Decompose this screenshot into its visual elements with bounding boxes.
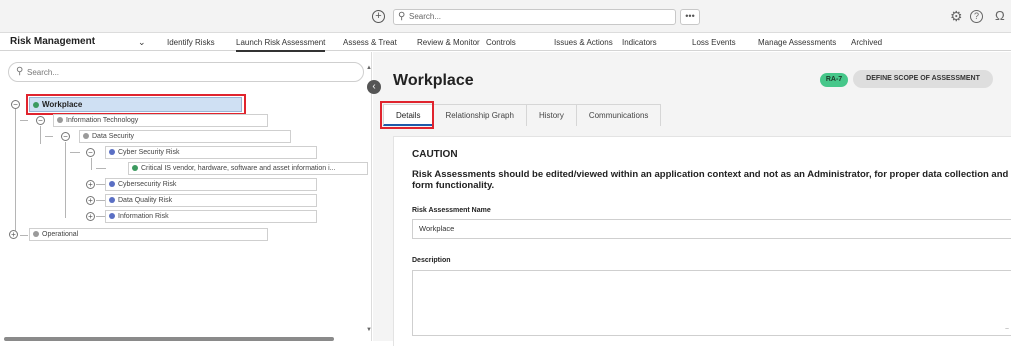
nav-assess-treat[interactable]: Assess & Treat — [343, 38, 397, 47]
risk-icon — [109, 181, 115, 187]
plus-circle-icon[interactable]: + — [372, 10, 385, 23]
tree-toggle-expand[interactable]: + — [9, 230, 18, 239]
tree-connector — [15, 109, 16, 235]
nav-controls[interactable]: Controls — [486, 38, 516, 47]
nav-review-monitor[interactable]: Review & Monitor — [417, 38, 480, 47]
folder-icon — [57, 117, 63, 123]
tree-node-label: Operational — [42, 231, 79, 238]
nav-identify-risks[interactable]: Identify Risks — [167, 38, 215, 47]
tree-node-cybersecurity-risk[interactable]: Cybersecurity Risk — [105, 178, 317, 191]
record-panel: Workplace RA-7 DEFINE SCOPE OF ASSESSMEN… — [373, 52, 1011, 346]
help-icon[interactable]: ? — [970, 10, 983, 23]
tree-connector — [20, 120, 28, 121]
tree-node-label: Information Technology — [66, 117, 139, 124]
tree-connector — [45, 136, 53, 137]
tree-node-information-risk[interactable]: Information Risk — [105, 210, 317, 223]
nav-launch-risk-assessment[interactable]: Launch Risk Assessment — [236, 38, 326, 52]
user-icon[interactable]: Ω — [995, 8, 1005, 24]
tree-node-label: Data Quality Risk — [118, 197, 173, 204]
collapse-panel-button[interactable]: ‹ — [367, 80, 381, 94]
tree-connector — [91, 158, 92, 170]
tree-node-label: Critical IS vendor, hardware, software a… — [141, 165, 336, 172]
control-icon — [132, 165, 138, 171]
tree-search-input[interactable]: ⚲ Search... — [8, 62, 364, 82]
tree-toggle-expand[interactable]: + — [86, 180, 95, 189]
tab-relationship-graph[interactable]: Relationship Graph — [432, 104, 527, 126]
tree-connector — [20, 235, 28, 236]
app-title: Risk Management — [10, 36, 96, 47]
risk-icon — [109, 213, 115, 219]
tree-connector — [70, 152, 80, 153]
risk-assessment-name-input[interactable]: Workplace — [412, 219, 1011, 239]
tree-search-placeholder: Search... — [27, 68, 60, 77]
tab-history[interactable]: History — [525, 104, 577, 126]
chevron-down-icon[interactable]: ⌄ — [138, 37, 146, 48]
caution-text: Risk Assessments should be edited/viewed… — [412, 169, 1009, 191]
tree-node-critical-is-vendor[interactable]: Critical IS vendor, hardware, software a… — [128, 162, 368, 175]
description-textarea[interactable]: − — [412, 270, 1011, 336]
tree-node-cyber-security-risk[interactable]: Cyber Security Risk — [105, 146, 317, 159]
search-icon: ⚲ — [16, 66, 24, 77]
tree-node-label: Data Security — [92, 133, 135, 140]
tree-toggle-collapse[interactable]: − — [86, 148, 95, 157]
tree-connector — [40, 126, 41, 144]
tab-communications[interactable]: Communications — [575, 104, 662, 126]
highlight-box-details-tab — [380, 101, 434, 129]
tree-toggle-collapse[interactable]: − — [61, 132, 70, 141]
details-form: CAUTION Risk Assessments should be edite… — [393, 136, 1011, 346]
search-icon: ⚲ — [398, 11, 406, 22]
tree-toggle-collapse[interactable]: − — [36, 116, 45, 125]
description-label: Description — [412, 257, 451, 264]
tree-node-data-quality-risk[interactable]: Data Quality Risk — [105, 194, 317, 207]
risk-icon — [109, 197, 115, 203]
resize-handle-icon[interactable]: − — [1005, 326, 1009, 333]
tree-toggle-expand[interactable]: + — [86, 196, 95, 205]
tree-node-data-security[interactable]: Data Security — [79, 130, 291, 143]
nav-loss-events[interactable]: Loss Events — [692, 38, 736, 47]
caution-title: CAUTION — [412, 149, 458, 160]
tree-node-information-technology[interactable]: Information Technology — [53, 114, 268, 127]
tree-connector — [96, 168, 106, 169]
top-bar: + ⚲ Search... ••• ⚙ ? Ω — [0, 0, 1011, 33]
scroll-up-icon[interactable]: ▲ — [366, 65, 372, 71]
global-search-placeholder: Search... — [409, 12, 442, 21]
folder-icon — [33, 231, 39, 237]
scroll-down-icon[interactable]: ▼ — [366, 327, 372, 333]
tree-node-label: Cybersecurity Risk — [118, 181, 177, 188]
main-nav: Risk Management ⌄ Identify Risks Launch … — [0, 33, 1011, 52]
tree-node-label: Cyber Security Risk — [118, 149, 180, 156]
tree-toggle-expand[interactable]: + — [86, 212, 95, 221]
page-title: Workplace — [393, 72, 474, 89]
gear-icon[interactable]: ⚙ — [950, 8, 963, 24]
record-id-badge: RA-7 — [820, 73, 848, 87]
tree-node-label: Information Risk — [118, 213, 169, 220]
folder-icon — [83, 133, 89, 139]
highlight-box-workplace — [26, 94, 246, 115]
risk-icon — [109, 149, 115, 155]
nav-archived[interactable]: Archived — [851, 38, 882, 47]
tree-connector — [65, 142, 66, 218]
nav-manage-assessments[interactable]: Manage Assessments — [758, 38, 836, 47]
tree-node-operational[interactable]: Operational — [29, 228, 268, 241]
nav-indicators[interactable]: Indicators — [622, 38, 657, 47]
tree-panel: ⚲ Search... − Workplace − Information Te… — [0, 52, 372, 341]
global-search-input[interactable]: ⚲ Search... — [393, 9, 676, 25]
nav-issues-actions[interactable]: Issues & Actions — [554, 38, 613, 47]
more-button[interactable]: ••• — [680, 9, 700, 25]
workflow-stage-button[interactable]: DEFINE SCOPE OF ASSESSMENT — [853, 70, 993, 88]
risk-assessment-name-label: Risk Assessment Name — [412, 207, 491, 214]
horizontal-scrollbar[interactable] — [4, 337, 334, 341]
tree-toggle-collapse[interactable]: − — [11, 100, 20, 109]
